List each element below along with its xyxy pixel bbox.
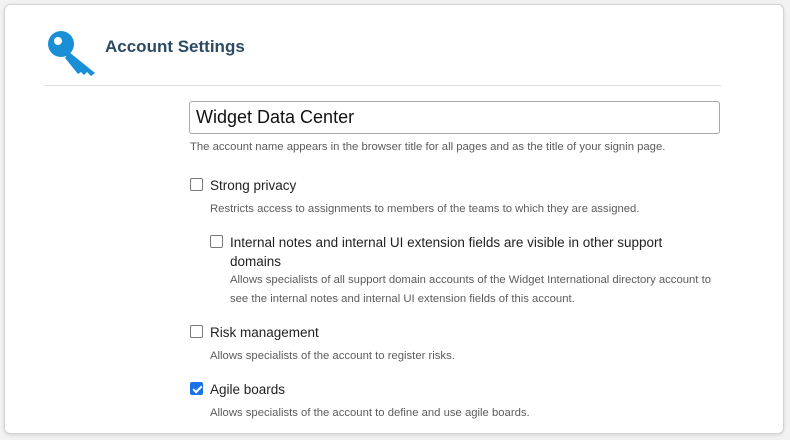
agile-boards-help: Allows specialists of the account to def… — [210, 407, 530, 419]
header-divider — [45, 85, 721, 86]
internal-notes-label-line1: Internal notes and internal UI extension… — [230, 235, 663, 250]
risk-management-help: Allows specialists of the account to reg… — [210, 350, 455, 362]
internal-notes-label-line2: domains — [230, 254, 282, 269]
key-icon — [48, 31, 95, 76]
agile-boards-label: Agile boards — [210, 382, 286, 397]
internal-notes-help-line2: see the internal notes and internal UI e… — [230, 293, 575, 305]
risk-management-checkbox[interactable] — [190, 325, 203, 338]
account-name-help: The account name appears in the browser … — [190, 141, 666, 153]
agile-boards-checkbox[interactable] — [190, 382, 203, 395]
internal-notes-help-line1: Allows specialists of all support domain… — [230, 274, 711, 286]
internal-notes-checkbox[interactable] — [210, 235, 223, 248]
strong-privacy-checkbox[interactable] — [190, 178, 203, 191]
settings-card: Account Settings The account name appear… — [4, 4, 784, 434]
page-title: Account Settings — [105, 37, 245, 56]
settings-header: Account Settings — [5, 5, 783, 89]
strong-privacy-label: Strong privacy — [210, 178, 297, 193]
risk-management-label: Risk management — [210, 325, 319, 340]
account-name-input[interactable] — [189, 101, 720, 134]
strong-privacy-help: Restricts access to assignments to membe… — [210, 203, 640, 215]
